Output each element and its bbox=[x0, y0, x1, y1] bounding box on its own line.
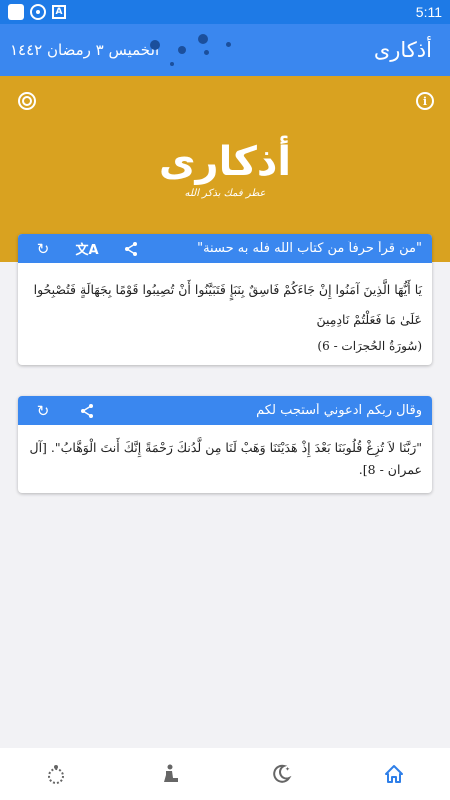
logo: أذكارى عطر فمك بذكر الله bbox=[0, 138, 450, 199]
app-title: أذكارى bbox=[373, 38, 432, 62]
quran-card: "من قرأ حرفاً من كتاب الله فله به حسنة" … bbox=[18, 234, 432, 365]
prayer-beads-icon[interactable] bbox=[36, 754, 76, 794]
share-icon[interactable] bbox=[118, 239, 144, 259]
moon-icon[interactable]: ✦ bbox=[261, 754, 301, 794]
quran-card-title: "من قرأ حرفاً من كتاب الله فله به حسنة" bbox=[197, 241, 422, 256]
dua-text: "رَبَّنَا لاَ تُزِغْ قُلُوبَنَا بَعْدَ إ… bbox=[29, 440, 423, 477]
decorative-dot bbox=[178, 46, 186, 54]
settings-icon[interactable] bbox=[18, 92, 36, 110]
app-bar: أذكارى الخميس ٣ رمضان ١٤٤٢ bbox=[0, 24, 450, 76]
dua-card-body: "رَبَّنَا لاَ تُزِغْ قُلُوبَنَا بَعْدَ إ… bbox=[18, 425, 432, 493]
verse-source: (سُورَةُ الحُجرَات - 6) bbox=[317, 339, 422, 353]
refresh-icon[interactable]: ↻ bbox=[30, 401, 56, 421]
decorative-dot bbox=[150, 40, 160, 50]
share-icon[interactable] bbox=[74, 401, 100, 421]
refresh-icon[interactable]: ↻ bbox=[30, 239, 56, 259]
info-icon[interactable]: i bbox=[416, 92, 434, 110]
svg-text:✦: ✦ bbox=[285, 766, 290, 773]
dua-card: وقال ربكم ادعوني أستجب لكم ↻ "رَبَّنَا ل… bbox=[18, 396, 432, 493]
home-icon[interactable] bbox=[374, 754, 414, 794]
quran-card-header: "من قرأ حرفاً من كتاب الله فله به حسنة" … bbox=[18, 234, 432, 263]
decorative-dot bbox=[198, 34, 208, 44]
dua-card-header: وقال ربكم ادعوني أستجب لكم ↻ bbox=[18, 396, 432, 425]
bottom-nav: ✦ bbox=[0, 748, 450, 800]
square-icon bbox=[8, 4, 24, 20]
translate-icon[interactable]: 文A bbox=[74, 239, 100, 259]
a-box-icon: A bbox=[52, 5, 66, 19]
decorative-dot bbox=[226, 42, 231, 47]
logo-text: أذكارى bbox=[158, 139, 292, 185]
status-time: 5:11 bbox=[415, 4, 442, 20]
logo-subtitle: عطر فمك بذكر الله bbox=[184, 188, 266, 199]
decorative-dot bbox=[204, 50, 209, 55]
dua-card-title: وقال ربكم ادعوني أستجب لكم bbox=[256, 403, 422, 418]
prayer-icon[interactable] bbox=[149, 754, 189, 794]
quran-card-body: يَا أَيُّهَا الَّذِينَ آمَنُوا إِنْ جَاء… bbox=[18, 263, 432, 365]
status-bar: A 5:11 bbox=[0, 0, 450, 24]
hijri-date: الخميس ٣ رمضان ١٤٤٢ bbox=[10, 41, 160, 59]
shutter-icon bbox=[30, 4, 46, 20]
decorative-dot bbox=[170, 62, 174, 66]
quran-verse: يَا أَيُّهَا الَّذِينَ آمَنُوا إِنْ جَاء… bbox=[33, 282, 422, 327]
